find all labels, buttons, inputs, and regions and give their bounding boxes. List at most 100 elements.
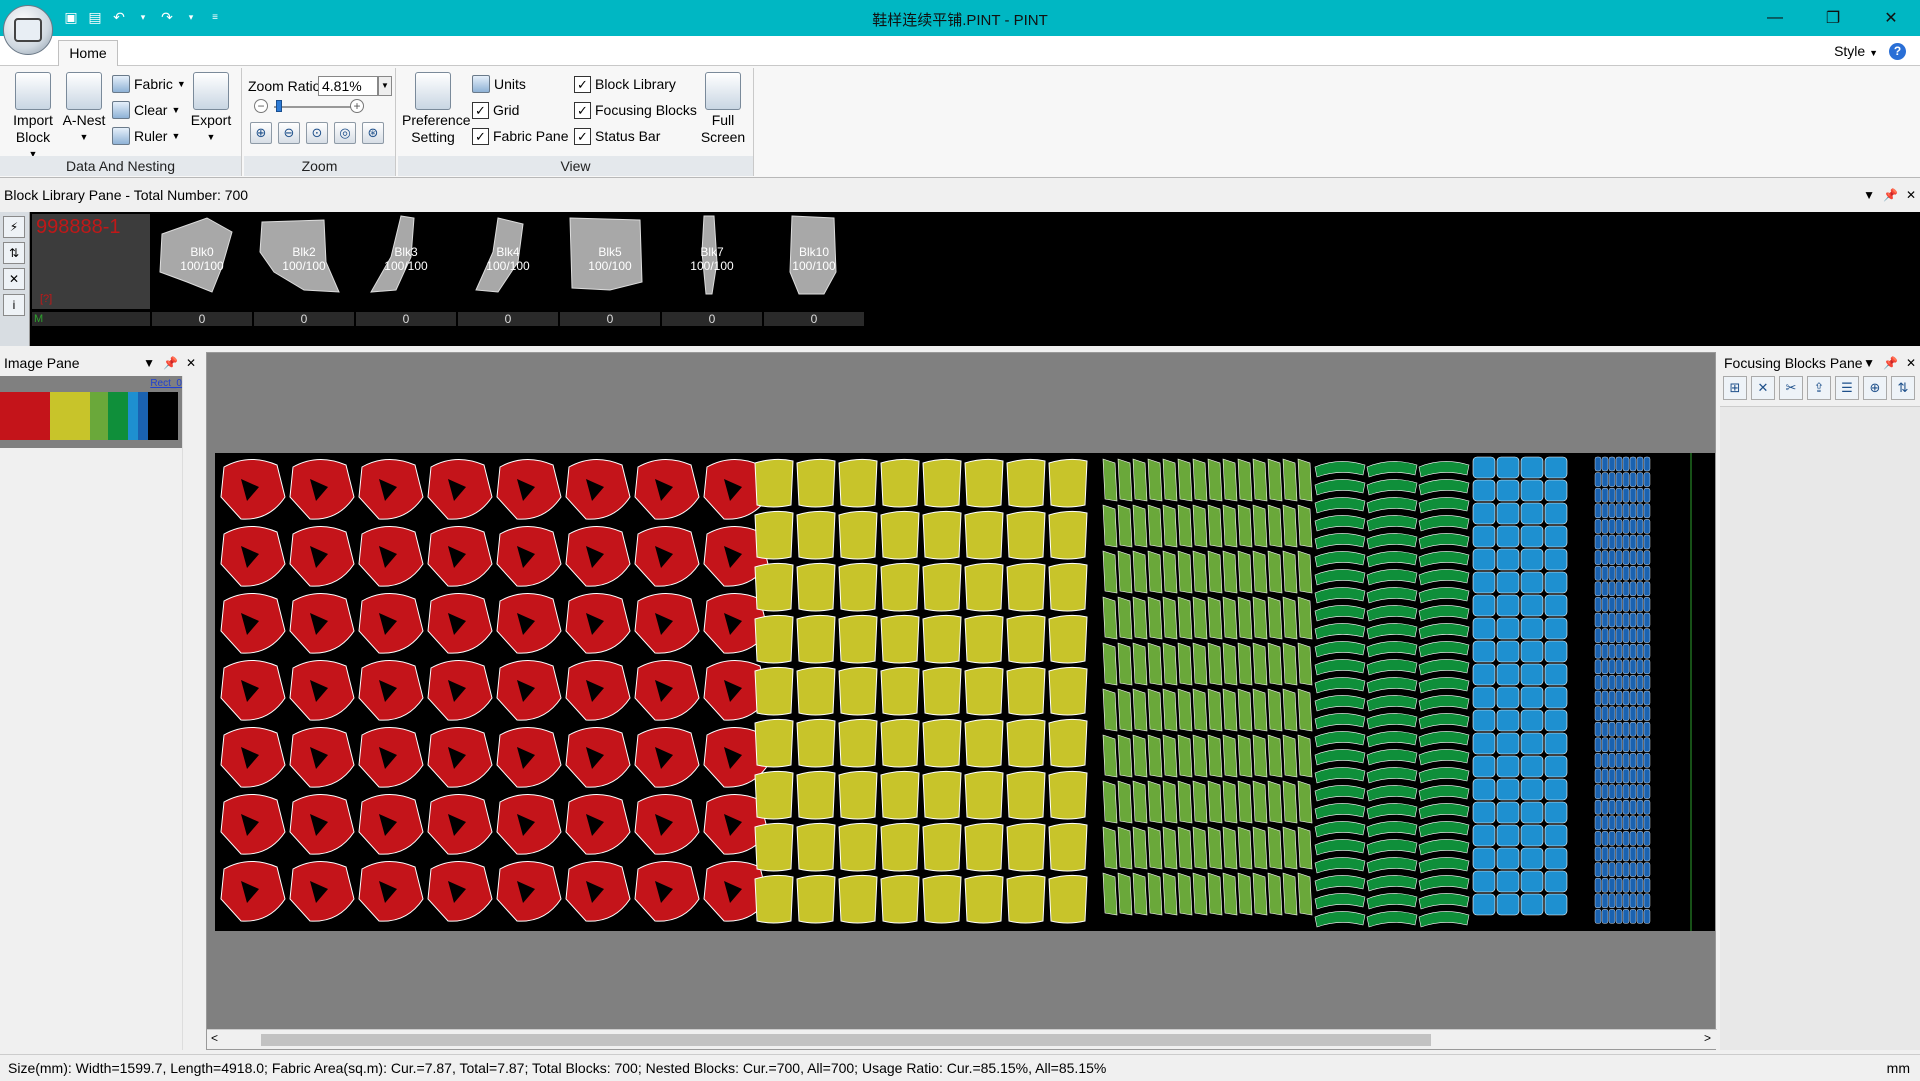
- skyblue-block: [1472, 548, 1496, 571]
- blue-block: [1622, 550, 1630, 565]
- export-focus-icon[interactable]: ⇪: [1807, 376, 1831, 400]
- rect-label[interactable]: Rect_0: [150, 378, 182, 389]
- minimize-button[interactable]: —: [1746, 0, 1804, 36]
- status-bar-checkbox[interactable]: ✓ Status Bar: [574, 126, 660, 146]
- style-menu[interactable]: Style ▼: [1834, 43, 1878, 59]
- blue-block: [1643, 862, 1651, 877]
- add-focus-icon[interactable]: ⊞: [1723, 376, 1747, 400]
- group-label-view: View: [398, 156, 753, 176]
- tab-home[interactable]: Home: [58, 40, 118, 67]
- zoom-out-icon[interactable]: ⊖: [278, 122, 300, 144]
- blue-block: [1636, 659, 1644, 675]
- block-thumbnail[interactable]: Blk10 100/100 0: [764, 212, 864, 327]
- nesting-canvas[interactable]: < >: [206, 352, 1717, 1050]
- zoom-in-icon[interactable]: ⊕: [250, 122, 272, 144]
- zoom-plus-icon[interactable]: +: [350, 99, 364, 113]
- pin-icon[interactable]: 📌: [1883, 352, 1898, 374]
- green-block: [1314, 713, 1366, 730]
- full-screen-button[interactable]: Full Screen: [698, 72, 748, 146]
- blue-block: [1636, 722, 1644, 737]
- focus-list-icon[interactable]: ☰: [1835, 376, 1859, 400]
- pane-menu-icon[interactable]: ▼: [1863, 184, 1875, 206]
- blue-block: [1643, 675, 1651, 690]
- scroll-thumb[interactable]: [261, 1034, 1431, 1046]
- ruler-button[interactable]: Ruler ▼: [112, 126, 180, 146]
- preference-setting-button[interactable]: Preference Setting: [402, 72, 470, 146]
- sort-icon[interactable]: ⇅: [3, 242, 25, 264]
- focus-zoom-icon[interactable]: ⊕: [1863, 376, 1887, 400]
- help-icon[interactable]: ?: [1889, 43, 1906, 60]
- image-thumbnail-area[interactable]: Rect_0: [0, 376, 182, 448]
- plt-export-icon: [193, 72, 229, 110]
- zoom-fit-icon[interactable]: ⊙: [306, 122, 328, 144]
- delete-icon[interactable]: ✕: [3, 268, 25, 290]
- maximize-button[interactable]: ❐: [1804, 0, 1862, 36]
- fabric-button[interactable]: Fabric ▼: [112, 74, 186, 94]
- pane-close-icon[interactable]: ✕: [1906, 184, 1916, 206]
- blue-block: [1608, 597, 1616, 612]
- fabric-pane-checkbox[interactable]: ✓ Fabric Pane: [472, 126, 568, 146]
- green-block: [1418, 479, 1470, 496]
- block-library-checkbox[interactable]: ✓ Block Library: [574, 74, 676, 94]
- pane-close-icon[interactable]: ✕: [1906, 352, 1916, 374]
- skyblue-block: [1520, 801, 1544, 824]
- green-block: [1366, 479, 1418, 496]
- focusing-blocks-checkbox[interactable]: ✓ Focusing Blocks: [574, 100, 697, 120]
- lightgreen-block: [1222, 780, 1238, 824]
- block-thumbnail[interactable]: Blk5 100/100 0: [560, 212, 660, 327]
- zoom-ratio-input[interactable]: 4.81%: [318, 76, 378, 96]
- block-thumbnail[interactable]: Blk3 100/100 0: [356, 212, 456, 327]
- fabric-marker[interactable]: [215, 453, 1715, 931]
- zoom-slider-track[interactable]: [274, 106, 356, 108]
- clear-label: Clear: [134, 102, 168, 118]
- skyblue-block: [1520, 778, 1544, 801]
- remove-focus-icon[interactable]: ✕: [1751, 376, 1775, 400]
- lightgreen-block: [1252, 780, 1268, 824]
- zoom-ratio-dropdown[interactable]: ▼: [378, 76, 392, 96]
- blue-block: [1615, 581, 1623, 597]
- blue-block: [1601, 800, 1609, 815]
- application-menu-button[interactable]: [3, 5, 53, 55]
- pane-close-icon[interactable]: ✕: [186, 352, 196, 374]
- horizontal-scrollbar[interactable]: < >: [207, 1029, 1717, 1049]
- zoom-window-icon[interactable]: ◎: [334, 122, 356, 144]
- block-thumbnail[interactable]: Blk4 100/100 0: [458, 212, 558, 327]
- image-pane-scrollbar[interactable]: [182, 376, 200, 1050]
- info-icon[interactable]: i: [3, 294, 25, 316]
- full-screen-label: Full Screen: [700, 112, 746, 145]
- zoom-all-icon[interactable]: ⊛: [362, 122, 384, 144]
- blue-block: [1594, 737, 1602, 752]
- clear-focus-icon[interactable]: ✂: [1779, 376, 1803, 400]
- pane-menu-icon[interactable]: ▼: [143, 352, 155, 374]
- lightning-icon[interactable]: ⚡: [3, 216, 25, 238]
- import-block-button[interactable]: Import Block ▼: [6, 72, 60, 163]
- block-thumbnail[interactable]: Blk2 100/100 0: [254, 212, 354, 327]
- green-block: [1366, 695, 1418, 712]
- lightgreen-block: [1252, 550, 1268, 594]
- close-button[interactable]: ✕: [1862, 0, 1920, 36]
- scroll-left-icon[interactable]: <: [211, 1031, 218, 1045]
- focus-sort-icon[interactable]: ⇅: [1891, 376, 1915, 400]
- export-button[interactable]: Export ▼: [186, 72, 236, 146]
- pane-menu-icon[interactable]: ▼: [1863, 352, 1875, 374]
- zoom-minus-icon[interactable]: −: [254, 99, 268, 113]
- a-nest-button[interactable]: A-Nest ▼: [58, 72, 110, 146]
- yellow-block: [838, 562, 878, 612]
- pin-icon[interactable]: 📌: [1883, 184, 1898, 206]
- scroll-right-icon[interactable]: >: [1704, 1031, 1711, 1045]
- units-button[interactable]: Units: [472, 74, 526, 94]
- blue-block: [1643, 503, 1651, 518]
- skyblue-block: [1520, 847, 1544, 870]
- clear-button[interactable]: Clear ▼: [112, 100, 180, 120]
- green-block: [1366, 659, 1418, 676]
- thumb-green: [108, 392, 128, 440]
- block-group-card[interactable]: 998888-1 [?]: [32, 214, 150, 309]
- skyblue-block: [1496, 893, 1520, 916]
- grid-checkbox[interactable]: ✓ Grid: [472, 100, 519, 120]
- pin-icon[interactable]: 📌: [163, 352, 178, 374]
- blue-block: [1615, 643, 1623, 659]
- blue-block: [1594, 753, 1602, 768]
- block-thumbnail[interactable]: Blk0 100/100 0: [152, 212, 252, 327]
- block-thumbnail[interactable]: Blk7 100/100 0: [662, 212, 762, 327]
- zoom-slider-handle[interactable]: [276, 100, 282, 112]
